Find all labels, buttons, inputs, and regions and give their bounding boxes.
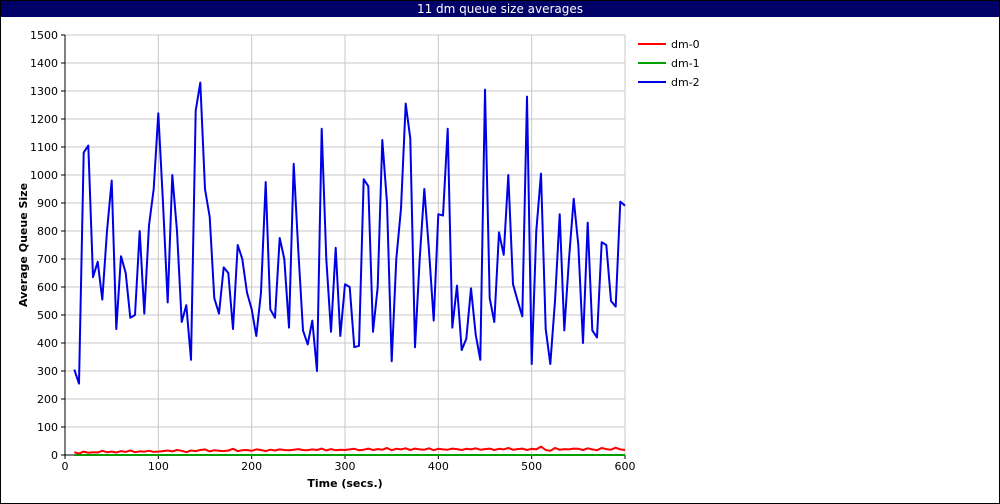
y-tick-label: 200 [37, 393, 58, 406]
y-tick-label: 600 [37, 281, 58, 294]
chart: 0100200300400500600700800900100011001200… [17, 29, 700, 490]
x-tick-label: 600 [615, 460, 636, 473]
legend-label-dm-1: dm-1 [671, 57, 700, 70]
x-tick-label: 100 [148, 460, 169, 473]
x-tick-label: 0 [62, 460, 69, 473]
y-tick-label: 300 [37, 365, 58, 378]
x-axis-title: Time (secs.) [307, 477, 382, 490]
legend-label-dm-2: dm-2 [671, 76, 700, 89]
y-tick-label: 1200 [30, 113, 58, 126]
y-tick-label: 1100 [30, 141, 58, 154]
x-tick-label: 500 [521, 460, 542, 473]
x-tick-label: 400 [428, 460, 449, 473]
y-tick-label: 100 [37, 421, 58, 434]
x-tick-label: 300 [335, 460, 356, 473]
legend-label-dm-0: dm-0 [671, 38, 700, 51]
y-tick-label: 500 [37, 309, 58, 322]
y-tick-label: 800 [37, 225, 58, 238]
x-tick-label: 200 [241, 460, 262, 473]
y-tick-label: 0 [51, 449, 58, 462]
y-tick-label: 700 [37, 253, 58, 266]
y-tick-label: 1000 [30, 169, 58, 182]
y-tick-label: 400 [37, 337, 58, 350]
y-tick-label: 1500 [30, 29, 58, 42]
y-tick-label: 900 [37, 197, 58, 210]
y-tick-label: 1400 [30, 57, 58, 70]
y-axis-title: Average Queue Size [17, 183, 30, 307]
y-tick-label: 1300 [30, 85, 58, 98]
